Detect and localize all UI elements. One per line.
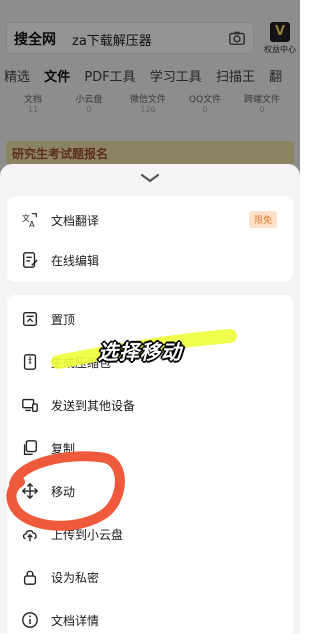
action-group-1: 文 A 文档翻译 限免 在线编辑 (7, 196, 293, 282)
lock-icon (23, 570, 37, 585)
zip-icon (23, 354, 37, 370)
action-label: 在线编辑 (51, 254, 100, 268)
translate-icon: 文 A (22, 213, 37, 229)
cloud-upload-icon (22, 530, 37, 542)
action-label: 文档详情 (51, 614, 100, 628)
action-label: 上传到小云盘 (51, 528, 124, 542)
action-send-to-device[interactable]: 发送到其他设备 (7, 385, 293, 425)
action-doc-details[interactable]: 文档详情 (7, 600, 293, 640)
action-sheet: 文 A 文档翻译 限免 在线编辑 置顶 生成压缩包 发送到其他设备 复制 移动 … (0, 164, 300, 640)
action-copy[interactable]: 复制 (7, 428, 293, 468)
action-label: 置顶 (51, 313, 76, 327)
edit-doc-icon (23, 252, 38, 268)
action-label: 文档翻译 (51, 214, 100, 228)
move-icon (21, 482, 39, 500)
action-upload-cloud[interactable]: 上传到小云盘 (7, 514, 293, 554)
pin-top-icon (23, 312, 37, 326)
free-badge: 限免 (248, 211, 277, 228)
action-online-edit[interactable]: 在线编辑 (7, 240, 293, 280)
info-icon (22, 612, 38, 628)
action-label: 发送到其他设备 (51, 399, 136, 413)
action-translate-doc[interactable]: 文 A 文档翻译 限免 (7, 200, 293, 240)
action-label: 设为私密 (51, 571, 100, 585)
annotation-caption: 选择移动 (98, 340, 182, 364)
action-set-private[interactable]: 设为私密 (7, 557, 293, 597)
send-device-icon (22, 398, 38, 412)
action-pin-top[interactable]: 置顶 (7, 299, 293, 339)
action-label: 复制 (51, 442, 76, 456)
action-move[interactable]: 移动 (7, 471, 293, 511)
collapse-chevron-icon[interactable] (140, 173, 160, 183)
copy-icon (23, 440, 37, 455)
action-label: 移动 (51, 485, 76, 499)
svg-text:A: A (29, 219, 35, 229)
